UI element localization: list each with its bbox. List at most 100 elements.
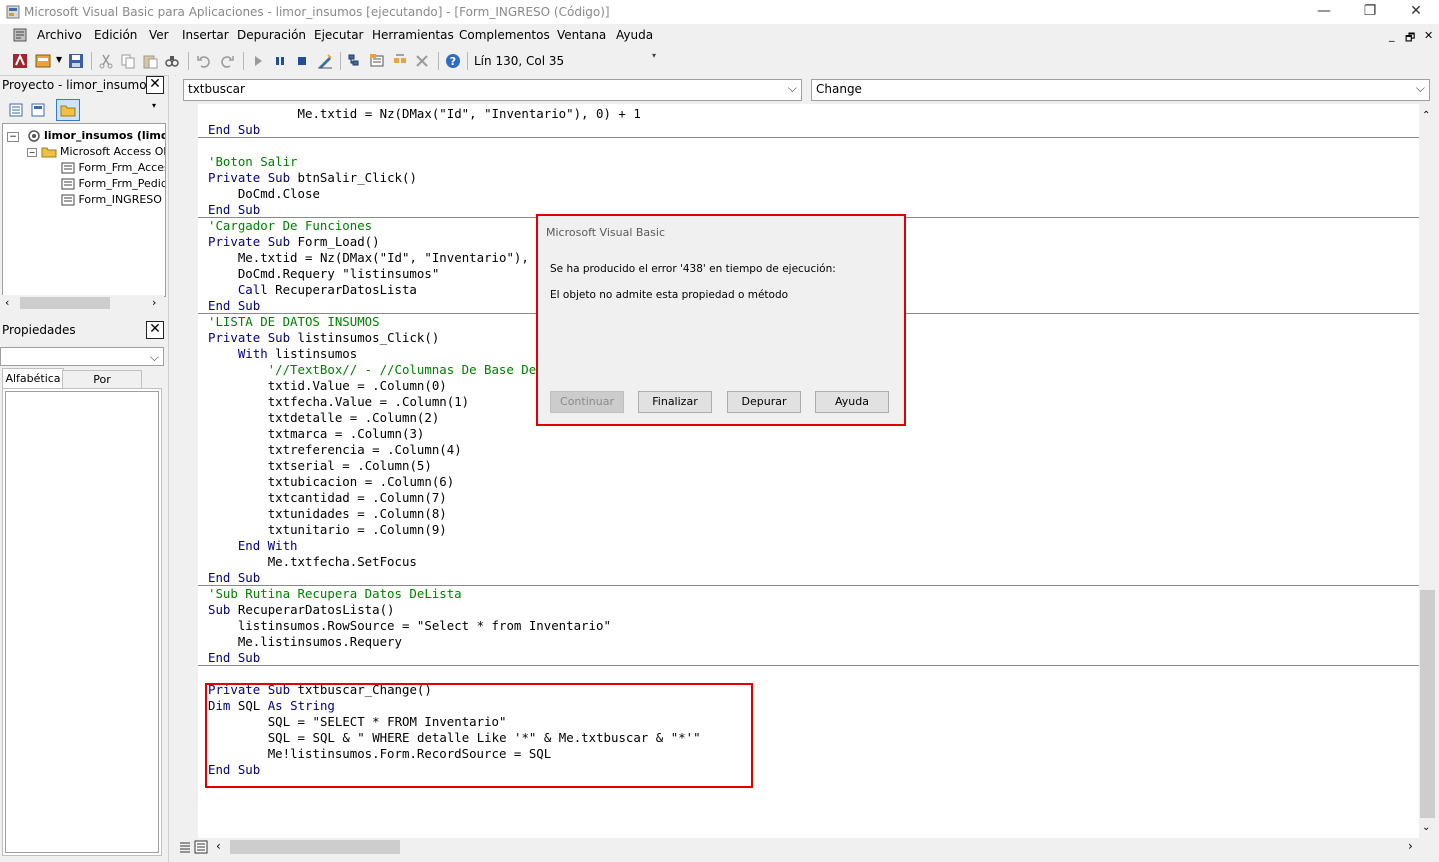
collapse-icon[interactable]: − [7, 132, 19, 142]
scroll-thumb[interactable] [1420, 590, 1435, 818]
code-hscrollbar[interactable]: ‹ › [176, 838, 1436, 856]
code-line[interactable]: End Sub [208, 650, 260, 666]
code-margin[interactable] [176, 104, 199, 838]
tab-por-categorias[interactable]: Por categorías [62, 370, 142, 404]
mdi-restore-button[interactable]: 🗗 [1405, 29, 1415, 48]
full-module-view-icon[interactable] [194, 840, 208, 854]
panel-splitter[interactable] [168, 75, 175, 862]
mdi-close-button[interactable]: ✕ [1424, 29, 1433, 42]
code-vscrollbar[interactable]: ⌃ ⌄ [1419, 104, 1436, 838]
mdi-minimize-button[interactable]: _ [1389, 29, 1395, 42]
code-line[interactable]: txtmarca = .Column(3) [208, 426, 425, 442]
end-button[interactable]: Finalizar [638, 391, 712, 413]
collapse-icon[interactable]: − [27, 148, 37, 157]
code-line[interactable]: DoCmd.Requery "listinsumos" [208, 266, 439, 282]
procedure-combo[interactable]: Change ⌵ [811, 79, 1430, 101]
code-line[interactable]: 'Sub Rutina Recupera Datos DeLista [208, 586, 462, 602]
project-close-button[interactable]: ✕ [146, 76, 164, 94]
scroll-thumb[interactable] [230, 840, 400, 854]
tree-folder[interactable]: − Microsoft Access Obj [27, 144, 165, 160]
object-combo[interactable]: txtbuscar ⌵ [183, 79, 802, 101]
insert-userform-icon[interactable] [35, 53, 51, 69]
scroll-up-icon[interactable]: ⌃ [1422, 110, 1430, 121]
undo-icon[interactable] [196, 53, 212, 69]
view-object-icon[interactable] [30, 102, 46, 118]
code-line[interactable]: DoCmd.Close [208, 186, 320, 202]
menu-ayuda[interactable]: Ayuda [616, 28, 653, 42]
code-line[interactable]: txtunitario = .Column(9) [208, 522, 447, 538]
menu-insertar[interactable]: Insertar [182, 28, 229, 42]
save-icon[interactable] [68, 53, 84, 69]
paste-icon[interactable] [142, 53, 158, 69]
menu-depuracion[interactable]: Depuración [237, 28, 306, 42]
code-line[interactable]: End Sub [208, 298, 260, 314]
code-line[interactable]: Me.txtid = Nz(DMax("Id", "Inventario"), … [208, 106, 641, 122]
toolbar-options-icon[interactable]: ▾ [652, 51, 662, 73]
close-window-button[interactable]: ✕ [1393, 0, 1439, 24]
minimize-button[interactable]: — [1301, 0, 1347, 24]
code-line[interactable]: txtserial = .Column(5) [208, 458, 432, 474]
toolbar-options-icon[interactable]: ▾ [152, 101, 162, 121]
continue-button[interactable]: Continuar [550, 391, 624, 413]
help-button[interactable]: Ayuda [815, 391, 889, 413]
redo-icon[interactable] [219, 53, 235, 69]
code-line[interactable]: Call RecuperarDatosLista [208, 282, 417, 298]
view-access-icon[interactable] [12, 53, 28, 69]
properties-window-icon[interactable] [369, 53, 385, 69]
code-line[interactable]: 'Boton Salir [208, 154, 298, 170]
toolbox-icon[interactable] [414, 53, 430, 69]
code-line[interactable]: 'Cargador De Funciones [208, 218, 372, 234]
code-line[interactable]: Private Sub listinsumos_Click() [208, 330, 439, 346]
scroll-right-icon[interactable]: › [152, 296, 156, 309]
cut-icon[interactable] [98, 53, 114, 69]
scroll-thumb[interactable] [20, 297, 110, 309]
scroll-left-icon[interactable]: ‹ [5, 296, 9, 309]
code-line[interactable]: Private Sub btnSalir_Click() [208, 170, 417, 186]
code-line[interactable]: listinsumos.RowSource = "Select * from I… [208, 618, 611, 634]
tree-item[interactable]: Form_INGRESO [61, 192, 162, 208]
debug-button[interactable]: Depurar [727, 391, 801, 413]
reset-icon[interactable] [294, 53, 310, 69]
tree-root[interactable]: − limor_insumos (limor [7, 128, 165, 144]
code-line[interactable]: txtubicacion = .Column(6) [208, 474, 455, 490]
menu-complementos[interactable]: Complementos [459, 28, 550, 42]
code-line[interactable]: End Sub [208, 570, 260, 586]
code-line[interactable]: End With [208, 538, 298, 554]
break-icon[interactable] [272, 53, 288, 69]
tab-alfabetica[interactable]: Alfabética [2, 368, 64, 389]
code-line[interactable]: txtcantidad = .Column(7) [208, 490, 447, 506]
object-browser-icon[interactable] [392, 53, 408, 69]
code-line[interactable]: With listinsumos [208, 346, 357, 362]
properties-close-button[interactable]: ✕ [146, 321, 164, 339]
menu-ventana[interactable]: Ventana [557, 28, 606, 42]
find-icon[interactable] [164, 53, 180, 69]
project-hscrollbar[interactable]: ‹ › [2, 295, 164, 311]
code-line[interactable]: Me.listinsumos.Requery [208, 634, 402, 650]
dropdown-arrow-icon[interactable]: ▼ [56, 55, 62, 64]
code-line[interactable]: txtdetalle = .Column(2) [208, 410, 440, 426]
tree-item[interactable]: Form_Frm_Acces [61, 160, 165, 176]
menu-archivo[interactable]: Archivo [37, 28, 82, 42]
code-line[interactable]: Me.txtid = Nz(DMax("Id", "Inventario"), … [208, 250, 581, 266]
copy-icon[interactable] [120, 53, 136, 69]
code-line[interactable]: Private Sub Form_Load() [208, 234, 380, 250]
design-mode-icon[interactable] [317, 53, 333, 69]
help-icon[interactable]: ? [445, 53, 461, 69]
restore-button[interactable]: ❐ [1347, 0, 1393, 24]
scroll-left-icon[interactable]: ‹ [216, 839, 221, 853]
code-line[interactable]: Sub RecuperarDatosLista() [208, 602, 395, 618]
menu-edicion[interactable]: Edición [94, 28, 137, 42]
code-line[interactable]: Me.txtfecha.SetFocus [208, 554, 417, 570]
code-line[interactable]: txtreferencia = .Column(4) [208, 442, 462, 458]
menu-herramientas[interactable]: Herramientas [372, 28, 454, 42]
vba-menu-icon[interactable] [12, 27, 28, 43]
run-icon[interactable] [250, 53, 266, 69]
procedure-view-icon[interactable] [178, 840, 192, 854]
scroll-right-icon[interactable]: › [1408, 839, 1413, 853]
toggle-folders-button[interactable] [56, 99, 80, 121]
menu-ver[interactable]: Ver [149, 28, 169, 42]
code-line[interactable]: txtfecha.Value = .Column(1) [208, 394, 469, 410]
view-code-icon[interactable] [8, 102, 24, 118]
code-line[interactable]: 'LISTA DE DATOS INSUMOS [208, 314, 380, 330]
code-line[interactable]: End Sub [208, 202, 260, 218]
